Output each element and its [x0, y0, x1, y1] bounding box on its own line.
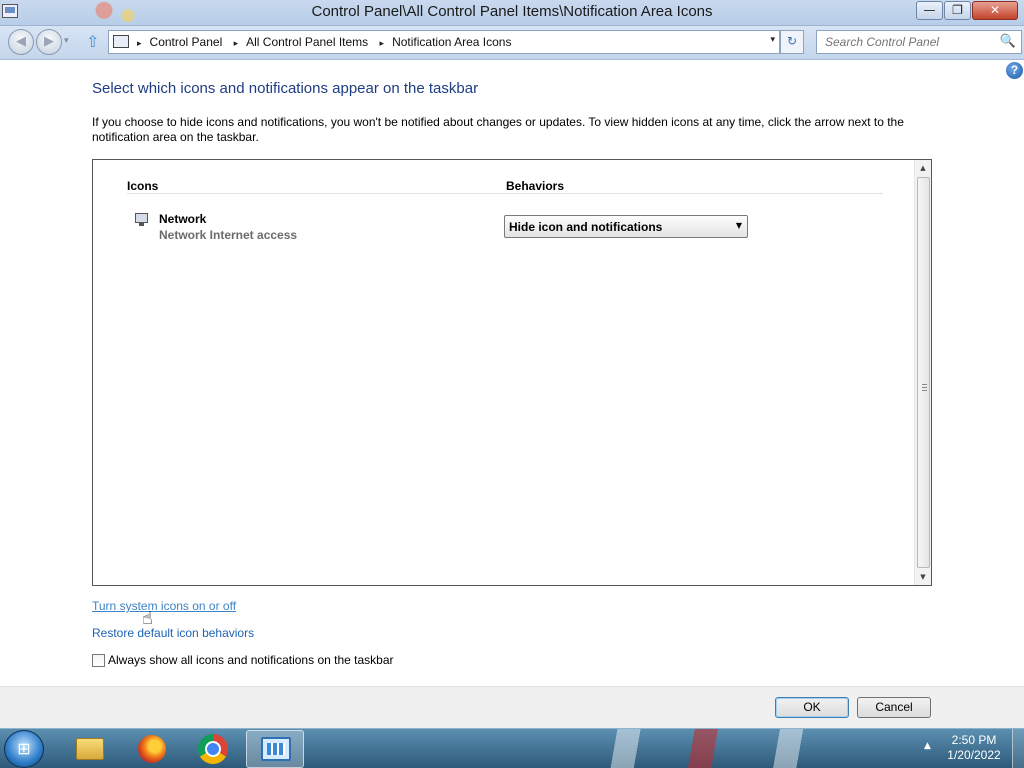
behavior-dropdown[interactable]: Hide icon and notifications ▼ — [504, 215, 748, 238]
search-input[interactable] — [825, 32, 1005, 52]
breadcrumb-separator-icon[interactable]: ▸ — [137, 39, 142, 49]
show-desktop-button[interactable] — [1012, 729, 1024, 768]
hand-cursor-icon: ☝ — [142, 608, 153, 629]
column-header-icons: Icons — [127, 179, 159, 193]
always-show-checkbox[interactable] — [92, 654, 105, 667]
minimize-icon: — — [923, 3, 936, 17]
windows-logo-icon: ⊞ — [17, 739, 31, 758]
address-toolbar: ◀ ▶ ▾ ⇧ ▸ Control Panel ▸ All Control Pane… — [0, 26, 1024, 60]
restore-default-behaviors-link[interactable]: Restore default icon behaviors — [92, 626, 254, 640]
taskbar-chrome[interactable] — [184, 730, 242, 768]
vertical-scrollbar[interactable]: ▲ ▼ — [914, 160, 931, 585]
breadcrumb-separator-icon[interactable]: ▸ — [380, 39, 385, 49]
help-button[interactable]: ? — [1006, 62, 1023, 79]
folder-icon — [76, 738, 104, 760]
grip-icon — [922, 384, 927, 391]
address-bar[interactable]: ▸ Control Panel ▸ All Control Panel Items … — [108, 30, 780, 54]
scroll-down-icon[interactable]: ▼ — [915, 573, 931, 581]
wallpaper-strip — [540, 729, 920, 768]
column-header-behaviors: Behaviors — [506, 179, 565, 193]
taskbar: ⊞ ▲ 2:50 PM 1/20/2022 — [0, 728, 1024, 768]
breadcrumb-control-panel[interactable]: Control Panel — [150, 35, 223, 49]
behavior-value: Hide icon and notifications — [509, 220, 663, 234]
show-hidden-icons-icon[interactable]: ▲ — [924, 741, 931, 751]
back-button[interactable]: ◀ — [8, 29, 34, 55]
computer-icon — [113, 35, 129, 48]
page-description: If you choose to hide icons and notifica… — [92, 115, 904, 144]
maximize-button[interactable]: ❐ — [944, 1, 971, 20]
recent-pages-icon[interactable]: ▾ — [64, 36, 69, 46]
chrome-icon — [198, 734, 228, 764]
header-divider — [127, 193, 883, 194]
taskbar-control-panel[interactable] — [246, 730, 304, 768]
close-button[interactable]: ✕ — [972, 1, 1018, 20]
icons-list-panel: Icons Behaviors Network Network Internet… — [92, 159, 932, 586]
minimize-button[interactable]: — — [916, 1, 943, 20]
network-monitor-icon — [133, 212, 150, 228]
refresh-icon: ↻ — [786, 34, 798, 48]
breadcrumb-notification-area-icons[interactable]: Notification Area Icons — [392, 35, 511, 49]
breadcrumb: ▸ Control Panel ▸ All Control Panel Items … — [135, 35, 511, 49]
cancel-button[interactable]: Cancel — [857, 697, 931, 718]
dialog-footer: OK Cancel — [0, 686, 1024, 728]
address-dropdown-icon[interactable]: ▾ — [770, 35, 775, 45]
clock-date: 1/20/2022 — [947, 748, 1001, 762]
refresh-button[interactable]: ↻ — [780, 30, 804, 54]
scroll-up-icon[interactable]: ▲ — [915, 164, 931, 172]
taskbar-firefox[interactable] — [122, 730, 180, 768]
back-arrow-icon: ◀ — [16, 34, 26, 49]
firefox-icon — [138, 735, 166, 763]
scrollbar-thumb[interactable] — [917, 177, 930, 568]
control-panel-icon — [261, 737, 291, 761]
start-button[interactable]: ⊞ — [4, 730, 44, 768]
search-icon[interactable]: 🔍 — [1000, 34, 1016, 49]
window-title: Control Panel\All Control Panel Items\No… — [311, 3, 713, 20]
close-icon: ✕ — [989, 3, 1001, 17]
turn-system-icons-link[interactable]: Turn system icons on or off — [92, 599, 236, 613]
window-controls: — ❐ ✕ — [915, 1, 1018, 20]
ok-button[interactable]: OK — [775, 697, 849, 718]
always-show-label[interactable]: Always show all icons and notifications … — [108, 653, 394, 667]
title-bar: Control Panel\All Control Panel Items\No… — [0, 0, 1024, 26]
forward-button[interactable]: ▶ — [36, 29, 62, 55]
dropdown-arrow-icon: ▼ — [735, 221, 742, 230]
restore-icon: ❐ — [952, 3, 963, 17]
page-title: Select which icons and notifications app… — [92, 80, 479, 97]
breadcrumb-separator-icon[interactable]: ▸ — [234, 39, 239, 49]
list-item-name: Network — [159, 212, 207, 226]
list-item-subtitle: Network Internet access — [159, 228, 298, 242]
search-box: 🔍 — [816, 30, 1022, 54]
forward-arrow-icon: ▶ — [44, 34, 54, 49]
taskbar-explorer[interactable] — [60, 730, 118, 768]
taskbar-clock[interactable]: 2:50 PM 1/20/2022 — [940, 733, 1008, 763]
up-arrow-icon[interactable]: ⇧ — [86, 32, 99, 51]
breadcrumb-all-items[interactable]: All Control Panel Items — [246, 35, 368, 49]
clock-time: 2:50 PM — [951, 733, 997, 747]
